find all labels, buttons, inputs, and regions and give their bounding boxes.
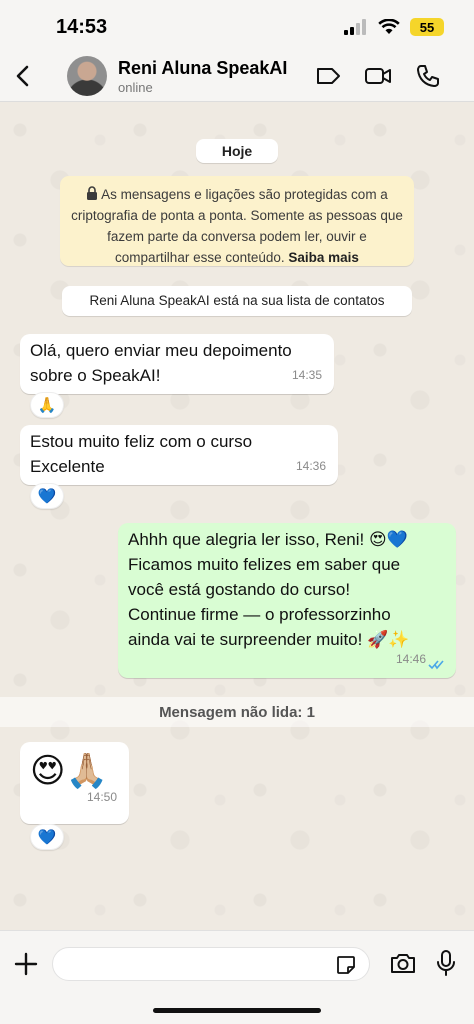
contact-status: online: [118, 80, 153, 95]
mic-icon[interactable]: [435, 949, 457, 977]
camera-icon[interactable]: [389, 951, 417, 975]
message-text: sobre o SpeakAI!: [30, 366, 161, 385]
message-bubble-incoming[interactable]: Olá, quero enviar meu depoimento sobre o…: [20, 334, 334, 394]
signal-icon: [344, 19, 366, 35]
phone-icon[interactable]: [414, 62, 442, 90]
chat-header: Reni Aluna SpeakAI online: [0, 52, 474, 102]
message-text: Estou muito feliz com o curso: [30, 432, 253, 451]
message-bubble-incoming[interactable]: Estou muito feliz com o curso Excelente …: [20, 425, 338, 485]
encryption-learn-more-link[interactable]: Saiba mais: [288, 250, 359, 265]
message-text: você está gostando do curso!: [128, 580, 351, 599]
lock-icon: [87, 186, 98, 200]
message-time: 14:46: [395, 652, 426, 666]
message-reaction[interactable]: 🙏: [30, 392, 64, 418]
message-text: Excelente: [30, 457, 105, 476]
encryption-notice[interactable]: As mensagens e ligações são protegidas c…: [60, 176, 414, 266]
battery-indicator: 55: [410, 18, 444, 36]
read-check-icon: [428, 660, 444, 670]
message-reaction[interactable]: 💙: [30, 483, 64, 509]
message-text: Olá, quero enviar meu depoimento: [30, 341, 292, 360]
message-text: Ahhh que alegria ler isso, Reni! 😍💙: [128, 530, 408, 549]
message-bubble-outgoing[interactable]: Ahhh que alegria ler isso, Reni! 😍💙 Fica…: [118, 523, 456, 678]
plus-icon[interactable]: [13, 951, 39, 977]
message-text: Ficamos muito felizes em saber que: [128, 555, 401, 574]
video-call-icon[interactable]: [364, 62, 392, 90]
message-reaction[interactable]: 💙: [30, 824, 64, 850]
status-time: 14:53: [56, 16, 108, 38]
contact-notice: Reni Aluna SpeakAI está na sua lista de …: [62, 286, 412, 316]
status-icons: 55: [344, 16, 444, 38]
avatar[interactable]: [67, 56, 107, 96]
home-indicator: [153, 1008, 321, 1013]
contact-name[interactable]: Reni Aluna SpeakAI: [118, 58, 287, 79]
message-time: 14:50: [86, 790, 117, 804]
message-time: 14:36: [295, 459, 326, 473]
message-input[interactable]: [52, 947, 370, 981]
date-label: Hoje: [196, 139, 278, 163]
message-bubble-incoming[interactable]: 😍🙏🏼 14:50: [20, 742, 129, 824]
status-bar: 14:53 55: [0, 0, 474, 52]
unread-messages-divider: Mensagem não lida: 1: [0, 697, 474, 727]
message-time: 14:35: [291, 368, 322, 382]
back-icon[interactable]: [10, 62, 38, 90]
sticker-icon[interactable]: [335, 954, 357, 976]
wifi-icon: [378, 19, 400, 34]
video-tag-icon[interactable]: [314, 62, 342, 90]
message-text: Continue firme — o professorzinho: [128, 605, 391, 624]
